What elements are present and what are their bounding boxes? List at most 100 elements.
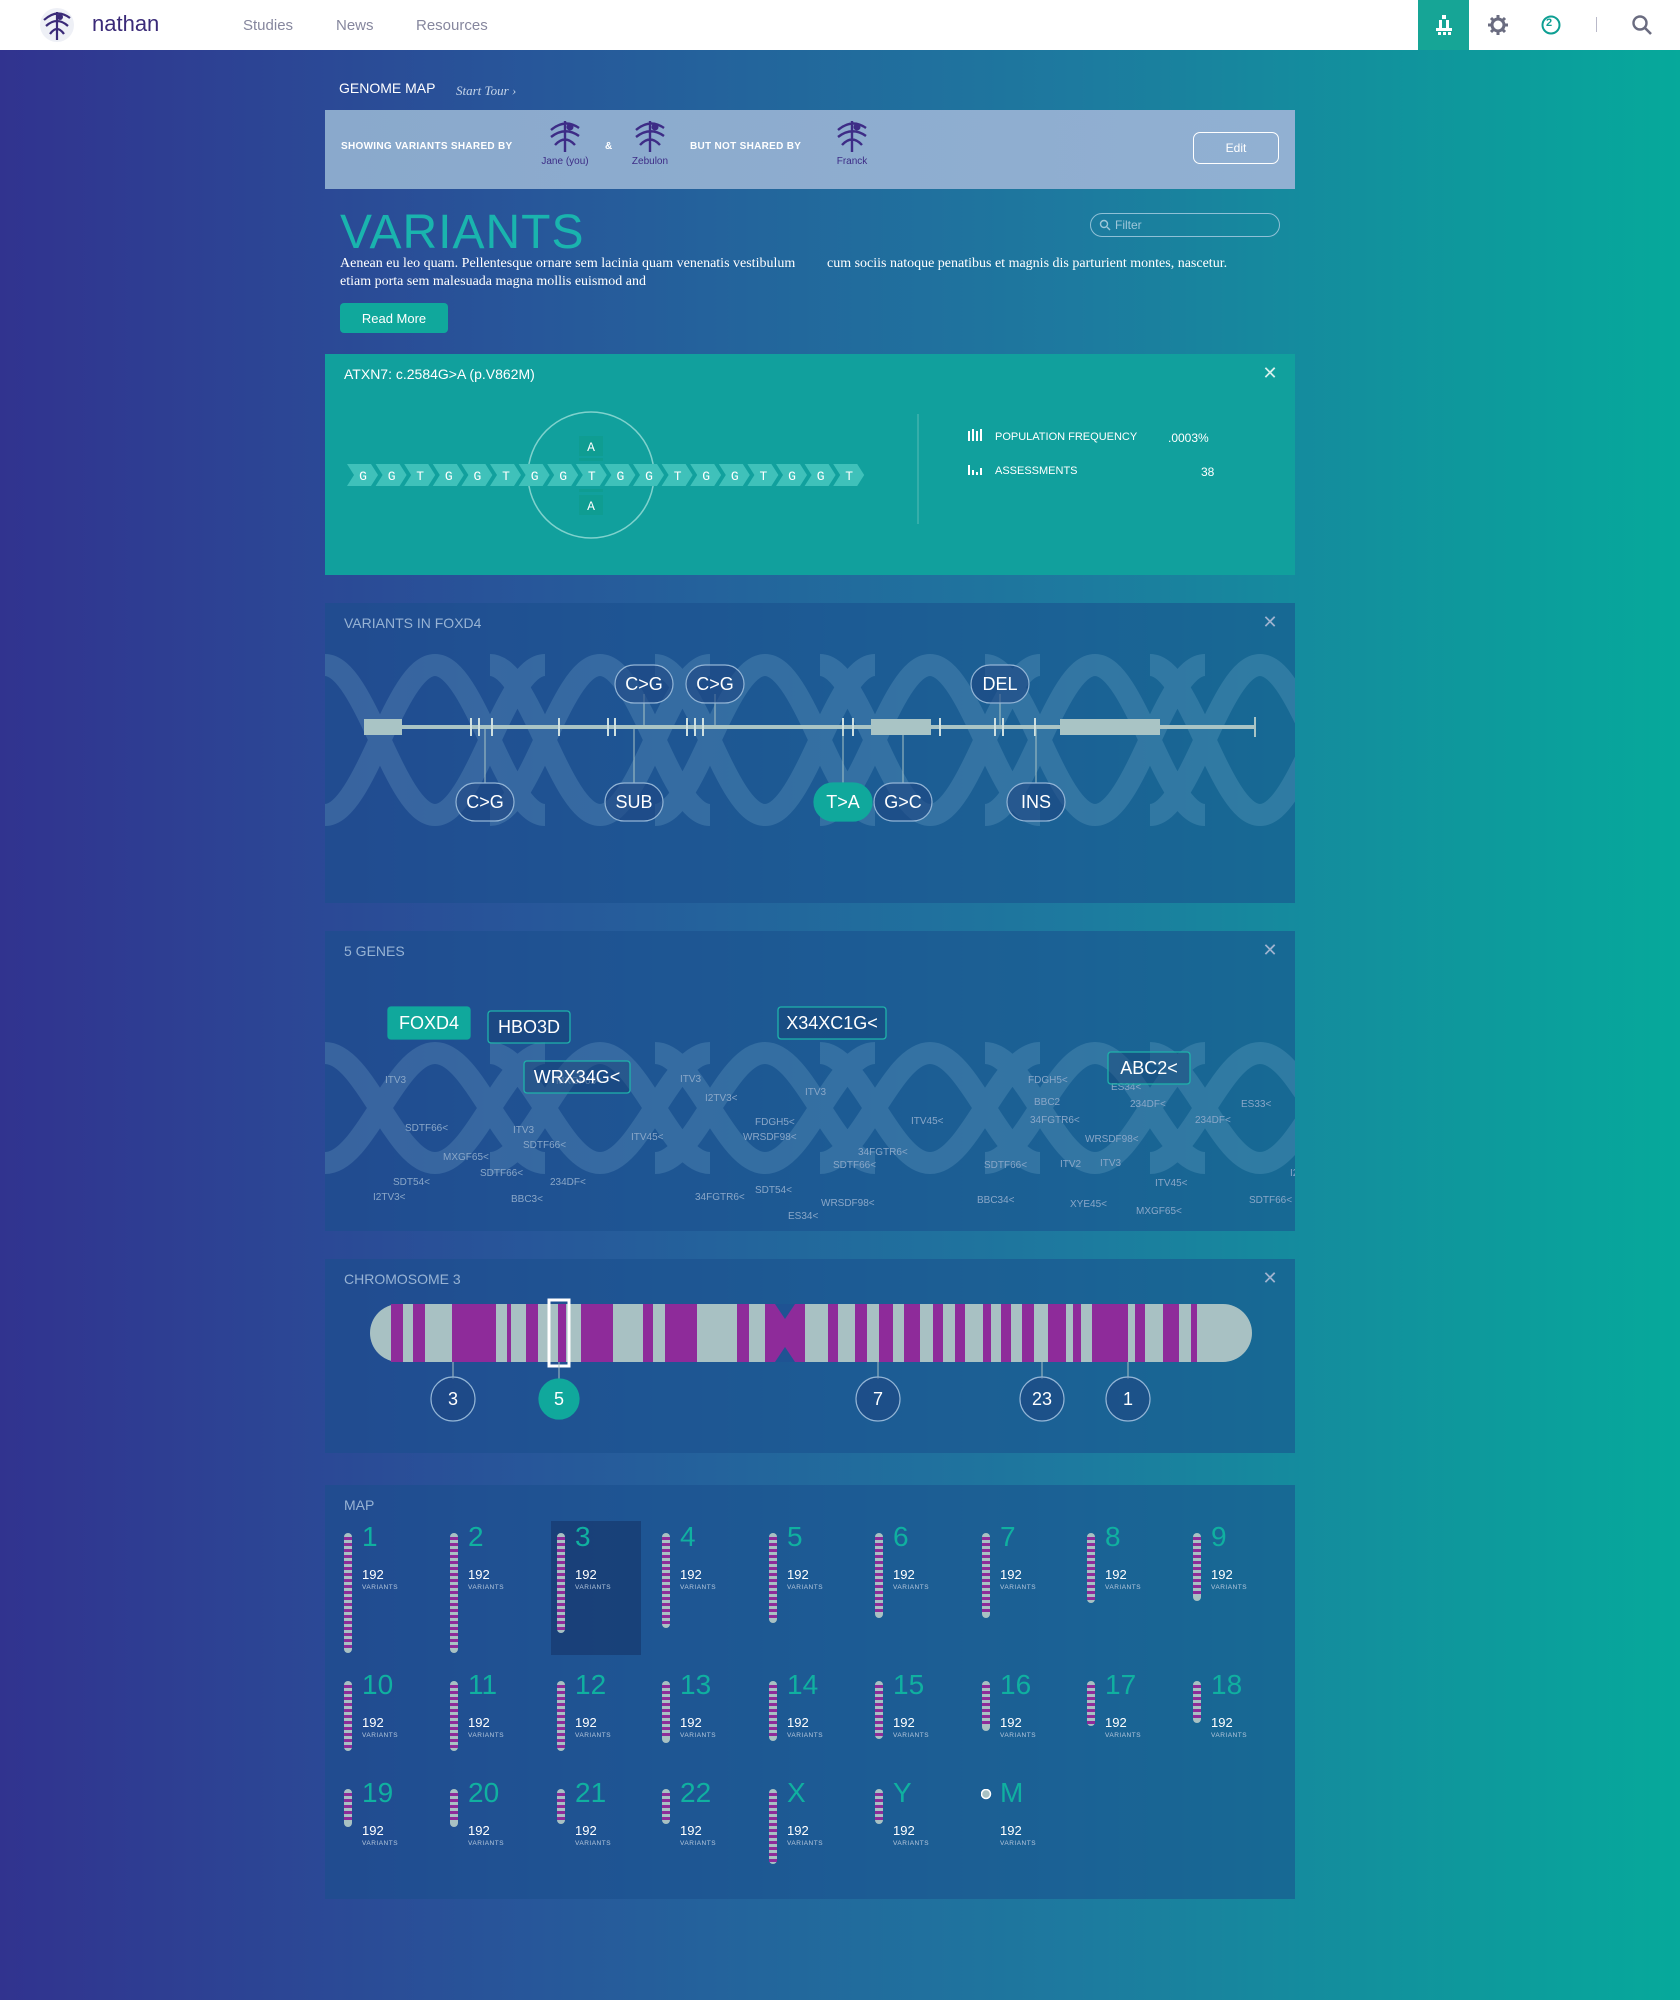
map-cell-M[interactable]: M 192 VARIANTS [980, 1777, 1070, 1911]
gene-small-label: BBC2 [1034, 1097, 1061, 1108]
mini-chromosome-band [769, 1603, 777, 1606]
mini-chromosome-band [450, 1549, 458, 1552]
nav-studies[interactable]: Studies [243, 17, 293, 34]
nav-resources[interactable]: Resources [416, 17, 488, 34]
map-cell-7[interactable]: 7 192 VARIANTS [980, 1521, 1070, 1655]
chromosome-ideogram: 3 5 7 23 1 [370, 1298, 1252, 1422]
map-cell-1[interactable]: 1 192 VARIANTS [342, 1521, 432, 1655]
mini-chromosome-band [344, 1721, 352, 1724]
map-cell-Y[interactable]: Y 192 VARIANTS [873, 1777, 963, 1911]
mini-chromosome-icon [769, 1681, 777, 1741]
mini-chromosome-band [450, 1615, 458, 1618]
mini-chromosome-icon [344, 1681, 352, 1751]
map-cell-count: 192 [575, 1567, 597, 1582]
mini-chromosome-band [1193, 1543, 1201, 1546]
mini-chromosome-band [344, 1727, 352, 1730]
mini-chromosome-band [557, 1733, 565, 1736]
mini-chromosome-band [450, 1811, 458, 1814]
map-cell-variants-label: VARIANTS [893, 1732, 930, 1739]
map-cell-count: 192 [1000, 1567, 1022, 1582]
map-cell-3[interactable]: 3 192 VARIANTS [551, 1521, 641, 1655]
mini-chromosome-band [450, 1603, 458, 1606]
mini-chromosome-band [450, 1567, 458, 1570]
nav-news[interactable]: News [336, 17, 374, 34]
map-cell-X[interactable]: X 192 VARIANTS [767, 1777, 857, 1911]
person-zebulon-name: Zebulon [631, 156, 669, 167]
mini-chromosome-band [1087, 1709, 1095, 1712]
map-cell-count: 192 [575, 1823, 597, 1838]
mini-chromosome-band [769, 1835, 777, 1838]
map-cell-count: 192 [468, 1715, 490, 1730]
mini-chromosome-band [662, 1609, 670, 1612]
person-zebulon[interactable]: Zebulon [615, 118, 685, 167]
mini-chromosome-band [344, 1543, 352, 1546]
person-franck[interactable]: Franck [817, 118, 887, 167]
chromosome-band [1022, 1304, 1034, 1362]
genes-panel: 5 GENES ✕ ITV3MXGF65<ITV3I2TV3<ITV3FDGH5… [325, 931, 1295, 1231]
mini-chromosome-band [1087, 1537, 1095, 1540]
brand-name[interactable]: nathan [92, 11, 159, 37]
map-cell-21[interactable]: 21 192 VARIANTS [555, 1777, 645, 1911]
mini-chromosome-band [875, 1579, 883, 1582]
base-letter: T [674, 469, 682, 484]
map-cell-variants-label: VARIANTS [1211, 1732, 1248, 1739]
mini-chromosome-band [1087, 1685, 1095, 1688]
mini-chromosome-band [344, 1579, 352, 1582]
map-cell-variants-label: VARIANTS [468, 1840, 505, 1847]
mini-chromosome-band [769, 1853, 777, 1856]
edit-button[interactable]: Edit [1193, 132, 1279, 164]
base-letter: T [502, 469, 510, 484]
map-cell-19[interactable]: 19 192 VARIANTS [342, 1777, 432, 1911]
mini-chromosome-band [344, 1697, 352, 1700]
map-cell-22[interactable]: 22 192 VARIANTS [660, 1777, 750, 1911]
map-cell-9[interactable]: 9 192 VARIANTS [1191, 1521, 1281, 1655]
mini-chromosome-band [450, 1621, 458, 1624]
search-icon [1631, 15, 1652, 35]
mini-chromosome-band [450, 1609, 458, 1612]
map-cell-6[interactable]: 6 192 VARIANTS [873, 1521, 963, 1655]
start-tour-link[interactable]: Start Tour › [456, 83, 516, 99]
mini-chromosome-icon [662, 1789, 670, 1824]
mini-chromosome-band [982, 1721, 990, 1724]
map-cell-count: 192 [362, 1823, 384, 1838]
map-cell-4[interactable]: 4 192 VARIANTS [660, 1521, 750, 1655]
mini-chromosome-band [662, 1733, 670, 1736]
map-cell-18[interactable]: 18 192 VARIANTS [1191, 1669, 1281, 1803]
intro-text-right: cum sociis natoque penatibus et magnis d… [827, 256, 1228, 271]
top-bar: nathan Studies News Resources 2 [0, 0, 1680, 50]
chromosome-band [828, 1304, 838, 1362]
nathan-logo-icon[interactable] [38, 6, 76, 44]
mini-chromosome-band [875, 1685, 883, 1688]
assessments-label: ASSESSMENTS [995, 465, 1078, 477]
map-cell-20[interactable]: 20 192 VARIANTS [448, 1777, 538, 1911]
mini-chromosome-band [1193, 1561, 1201, 1564]
mini-chromosome-band [982, 1603, 990, 1606]
mini-chromosome-band [450, 1645, 458, 1648]
map-cell-count: 192 [1211, 1715, 1233, 1730]
map-cell-8[interactable]: 8 192 VARIANTS [1085, 1521, 1175, 1655]
settings-button[interactable] [1472, 0, 1523, 50]
mini-chromosome-band [769, 1715, 777, 1718]
notifications-button[interactable]: 2 [1525, 0, 1576, 50]
map-cell-number: 14 [787, 1669, 819, 1700]
exon-block [364, 719, 402, 735]
mini-chromosome-band [769, 1733, 777, 1736]
read-more-button[interactable]: Read More [340, 303, 448, 333]
map-cell-variants-label: VARIANTS [1105, 1732, 1142, 1739]
map-cell-5[interactable]: 5 192 VARIANTS [767, 1521, 857, 1655]
marker-label: 23 [1032, 1389, 1052, 1409]
person-jane[interactable]: Jane (you) [530, 118, 600, 167]
search-button[interactable] [1616, 0, 1667, 50]
genome-view-button[interactable] [1418, 0, 1469, 50]
mini-chromosome-band [875, 1597, 883, 1600]
mini-chromosome-band [1193, 1691, 1201, 1694]
map-cell-number: Y [893, 1777, 912, 1808]
filter-input[interactable] [1090, 213, 1280, 237]
base-letter: G [388, 469, 396, 484]
mini-chromosome-band [875, 1811, 883, 1814]
base-letter: G [473, 469, 481, 484]
map-cell-2[interactable]: 2 192 VARIANTS [448, 1521, 538, 1655]
mini-chromosome-band [557, 1685, 565, 1688]
mini-chromosome-band [344, 1799, 352, 1802]
map-cell-17[interactable]: 17 192 VARIANTS [1085, 1669, 1175, 1803]
